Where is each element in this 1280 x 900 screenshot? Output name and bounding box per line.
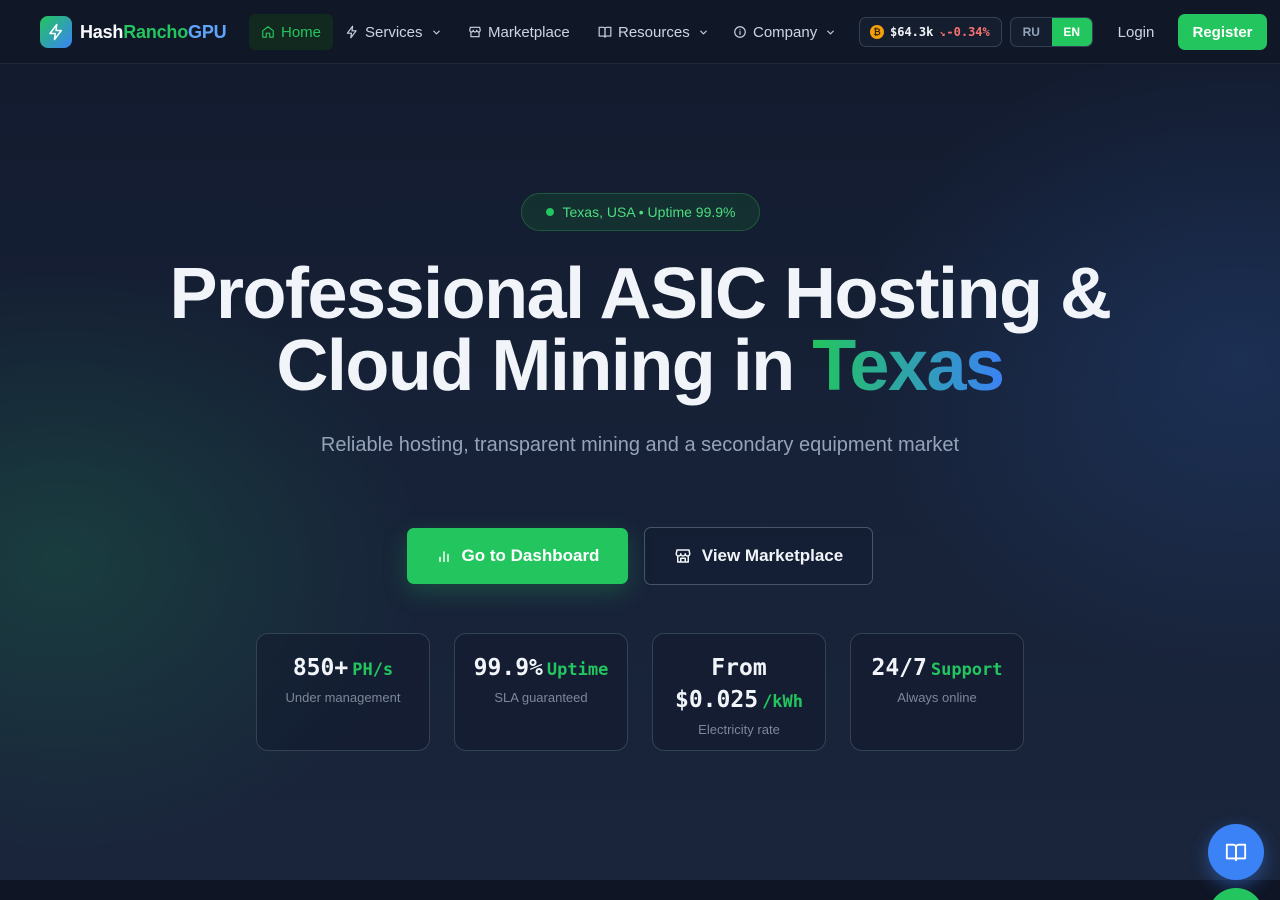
register-button[interactable]: Register <box>1178 14 1267 50</box>
login-link[interactable]: Login <box>1104 14 1168 50</box>
home-icon <box>262 26 274 38</box>
go-to-dashboard-label: Go to Dashboard <box>461 546 600 565</box>
lang-ru-button[interactable]: RU <box>1011 18 1052 46</box>
nav-resources-label: Resources <box>618 23 690 41</box>
nav-resources[interactable]: Resources <box>586 14 721 50</box>
hero-title-line1: Professional ASIC Hosting & <box>169 254 1112 334</box>
nav-services[interactable]: Services <box>333 14 454 50</box>
view-marketplace-button[interactable]: View Marketplace <box>644 527 873 585</box>
stat-card-electricity: From $0.025/kWh Electricity rate <box>652 633 826 751</box>
nav-company-label: Company <box>753 23 818 41</box>
stat-label: Always online <box>897 690 977 705</box>
stat-value: 24/7 Support <box>851 652 1023 686</box>
status-dot <box>545 208 554 216</box>
stat-number: 24/7 <box>871 655 927 681</box>
chevron-down-icon <box>827 30 835 35</box>
stat-prefix: From <box>711 655 767 681</box>
book-icon <box>598 26 612 38</box>
go-to-dashboard-button[interactable]: Go to Dashboard <box>407 528 628 584</box>
view-marketplace-label: View Marketplace <box>701 546 844 565</box>
book-open-icon <box>1225 843 1247 862</box>
bolt-logo-icon <box>40 16 72 48</box>
stat-label: Under management <box>285 690 401 705</box>
location-uptime-badge: Texas, USA • Uptime 99.9% <box>521 193 760 231</box>
bitcoin-icon: ₿ <box>870 25 884 39</box>
hero-title: Professional ASIC Hosting & Cloud Mining… <box>0 258 1280 402</box>
btc-price: $64.3k <box>890 25 934 39</box>
info-icon <box>734 26 746 38</box>
hero-title-accent: Texas <box>812 326 1005 406</box>
btc-price-ticker[interactable]: ₿ $64.3k ↘-0.34% <box>859 17 1002 47</box>
stat-value: 99.9% Uptime <box>455 652 627 686</box>
stat-unit: Support <box>930 660 1003 680</box>
stat-unit: /kWh <box>762 692 804 712</box>
stat-card-uptime: 99.9% Uptime SLA guaranteed <box>454 633 628 751</box>
top-navigation: HashRanchoGPU Home Services Marketplace … <box>0 0 1280 64</box>
language-switcher: RU EN <box>1010 17 1093 47</box>
chevron-down-icon <box>432 30 440 35</box>
bolt-icon <box>346 25 357 39</box>
stat-label: SLA guaranteed <box>494 690 588 705</box>
stat-number: 850+ <box>292 655 349 681</box>
stat-label: Electricity rate <box>698 722 780 737</box>
docs-fab-button[interactable] <box>1208 824 1264 880</box>
store-icon <box>675 549 691 563</box>
brand-name-part2: Rancho <box>123 21 189 42</box>
stat-unit: Uptime <box>546 660 609 680</box>
stat-value: 850+ PH/s <box>257 652 429 686</box>
bar-chart-icon <box>438 551 449 563</box>
stat-number: 99.9% <box>473 655 543 681</box>
hero-title-line2: Cloud Mining in Texas <box>0 330 1280 402</box>
nav-home-label: Home <box>281 23 322 41</box>
stat-card-support: 24/7 Support Always online <box>850 633 1024 751</box>
nav-company[interactable]: Company <box>721 14 848 50</box>
nav-home[interactable]: Home <box>249 14 334 50</box>
btc-change-value: -0.34% <box>946 25 990 39</box>
nav-marketplace[interactable]: Marketplace <box>456 14 582 50</box>
store-icon <box>469 26 481 38</box>
brand-logo[interactable]: HashRanchoGPU <box>40 16 227 48</box>
btc-change: ↘-0.34% <box>939 25 989 39</box>
lang-en-button[interactable]: EN <box>1051 18 1092 46</box>
stat-number: $0.025 <box>674 687 759 713</box>
chevron-down-icon <box>699 30 707 35</box>
badge-text: Texas, USA • Uptime 99.9% <box>562 204 736 220</box>
brand-name-part3: GPU <box>188 21 227 42</box>
brand-name: HashRanchoGPU <box>80 21 227 43</box>
hero-subtitle: Reliable hosting, transparent mining and… <box>320 434 960 456</box>
brand-name-part1: Hash <box>80 21 124 42</box>
trend-down-icon: ↘ <box>939 28 946 39</box>
stat-card-hashrate: 850+ PH/s Under management <box>256 633 430 751</box>
stat-unit: PH/s <box>352 660 394 680</box>
stat-value: From $0.025/kWh <box>653 652 825 718</box>
next-section-edge <box>0 880 1280 900</box>
nav-services-label: Services <box>365 23 423 41</box>
nav-marketplace-label: Marketplace <box>488 23 570 41</box>
hero-title-prefix: Cloud Mining in <box>276 326 813 406</box>
